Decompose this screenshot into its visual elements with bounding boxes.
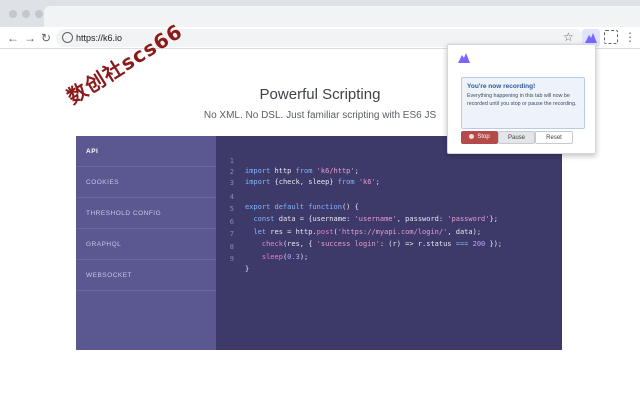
window-close-button[interactable] <box>9 10 17 18</box>
k6-logo-icon <box>458 53 470 63</box>
code-line: 5 const data = {username: 'username', pa… <box>216 194 498 223</box>
record-dot-icon <box>469 133 475 139</box>
code-line: 6 let res = http.post('https://myapi.com… <box>216 207 481 236</box>
sidebar-item-label: API <box>86 148 99 155</box>
code-line: 9 } <box>216 244 249 273</box>
k6-recorder-popup: You're now recording! Everything happeni… <box>447 44 596 154</box>
menu-dots-icon[interactable]: ⋮ <box>624 29 636 45</box>
sidebar-item-cookies[interactable]: COOKIES <box>76 167 216 198</box>
k6-logo-icon <box>585 33 597 43</box>
code-example-panel: API COOKIES THRESHOLD CONFIG GRAPHQL WEB… <box>76 136 562 350</box>
sidebar-item-label: COOKIES <box>86 179 120 186</box>
code-line: 8 sleep(0.3); <box>216 232 308 261</box>
back-arrow-icon[interactable]: ← <box>5 30 21 46</box>
sidebar-item-label: THRESHOLD CONFIG <box>86 210 162 217</box>
line-number: 9 <box>229 255 234 263</box>
code-line: 3 <box>216 168 241 187</box>
reset-button[interactable]: Reset <box>535 131 573 144</box>
star-icon[interactable]: ☆ <box>563 29 574 45</box>
sidebar-item-api[interactable]: API <box>76 136 216 167</box>
notice-title: You're now recording! <box>467 83 536 90</box>
sidebar-item-label: WEBSOCKET <box>86 272 133 279</box>
code-editor: 1 import http from 'k6/http'; 2 import {… <box>216 136 562 350</box>
code-line: 1 import http from 'k6/http'; <box>216 146 359 175</box>
code-line: 2 import {check, sleep} from 'k6'; <box>216 157 380 186</box>
stop-button[interactable]: Stop <box>461 131 498 144</box>
code-line: 7 check(res, { 'success login': (r) => r… <box>216 219 502 248</box>
recording-notice: You're now recording! Everything happeni… <box>461 77 585 129</box>
extension-puzzle-icon[interactable] <box>604 30 618 44</box>
code-line: 4 export default function() { <box>216 182 359 211</box>
watermark: 数创社scs66 <box>20 0 187 109</box>
example-sidebar: API COOKIES THRESHOLD CONFIG GRAPHQL WEB… <box>76 136 216 350</box>
sidebar-item-graphql[interactable]: GRAPHQL <box>76 229 216 260</box>
pause-button[interactable]: Pause <box>498 131 535 144</box>
sidebar-item-threshold-config[interactable]: THRESHOLD CONFIG <box>76 198 216 229</box>
sidebar-item-label: GRAPHQL <box>86 241 122 248</box>
sidebar-item-websocket[interactable]: WEBSOCKET <box>76 260 216 291</box>
notice-body: Everything happening in this tab will no… <box>467 93 577 107</box>
window-minimize-button[interactable] <box>22 10 30 18</box>
